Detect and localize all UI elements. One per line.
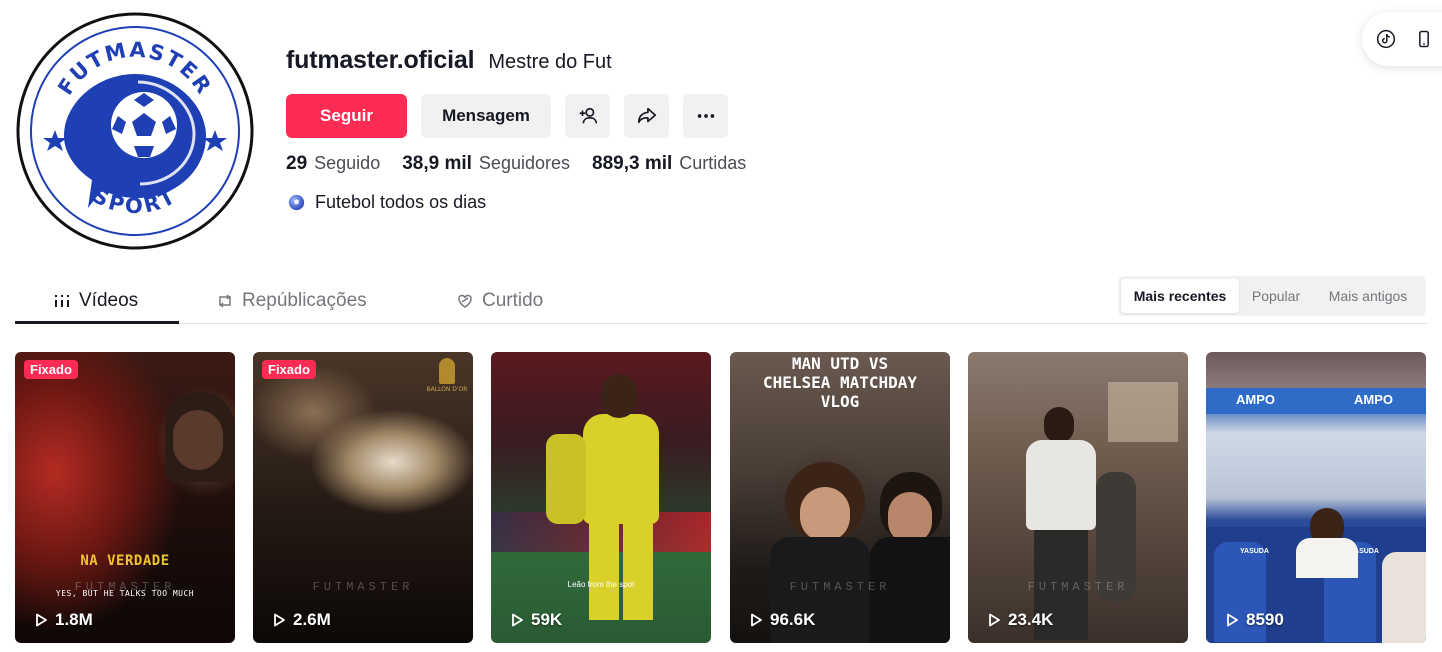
add-friend-button[interactable] <box>565 94 610 138</box>
likes-count: 889,3 mil <box>592 153 673 174</box>
view-count-text: 2.6M <box>293 610 331 629</box>
sort-most-recent[interactable]: Mais recentes <box>1121 279 1239 313</box>
video-card[interactable]: Fixado NA VERDADE FUTMASTER YES, BUT HE … <box>15 352 235 643</box>
video-card[interactable]: MAN UTD VS CHELSEA MATCHDAY VLOG FUTMAST… <box>730 352 950 643</box>
add-friend-icon <box>579 107 597 124</box>
message-button[interactable]: Mensagem <box>421 94 551 138</box>
view-count: 59K <box>509 610 562 630</box>
tab-liked[interactable]: Curtido <box>456 278 543 323</box>
share-button[interactable] <box>624 94 669 138</box>
view-count-text: 8590 <box>1246 610 1284 629</box>
more-icon <box>697 114 714 118</box>
following-stat[interactable]: 29 Seguido <box>286 153 380 175</box>
sign-text: AMPO <box>1236 392 1275 407</box>
profile-avatar[interactable]: FUTMASTER SPORT <box>16 12 254 250</box>
video-thumbnail <box>253 352 473 643</box>
floating-toolbar <box>1362 12 1442 66</box>
view-count-text: 96.6K <box>770 610 816 629</box>
followers-stat[interactable]: 38,9 mil Seguidores <box>402 153 570 175</box>
view-count: 2.6M <box>271 610 331 630</box>
video-subtitle: YES, BUT HE TALKS TOO MUCH <box>55 589 195 598</box>
video-card[interactable]: FUTMASTER 23.4K <box>968 352 1188 643</box>
more-button[interactable] <box>683 94 728 138</box>
follow-button[interactable]: Seguir <box>286 94 407 138</box>
view-count: 8590 <box>1224 610 1284 630</box>
play-icon <box>512 613 523 627</box>
video-card[interactable]: BALLON D'OR Fixado FUTMASTER 2.6M <box>253 352 473 643</box>
sort-oldest[interactable]: Mais antigos <box>1313 279 1423 313</box>
video-card[interactable]: Leão from the spot 59K <box>491 352 711 643</box>
bio-text: Futebol todos os dias <box>315 192 487 212</box>
watermark: FUTMASTER <box>789 580 891 594</box>
tab-reposts[interactable]: Repúblicações <box>216 278 367 323</box>
play-icon <box>274 613 285 627</box>
video-subtitle: Leão from the spot <box>567 580 635 589</box>
play-icon <box>1227 613 1238 627</box>
followers-label: Seguidores <box>478 153 570 173</box>
tiktok-icon[interactable] <box>1376 29 1396 49</box>
username: futmaster.oficial <box>286 46 475 74</box>
mobile-icon[interactable] <box>1414 29 1434 49</box>
play-icon <box>989 613 1000 627</box>
followers-count: 38,9 mil <box>402 153 472 174</box>
play-icon <box>751 613 762 627</box>
profile-header: futmaster.oficial Mestre do Fut <box>286 46 612 80</box>
watermark: FUTMASTER <box>1027 580 1129 594</box>
view-count-text: 59K <box>531 610 563 629</box>
ballon-dor-badge: BALLON D'OR <box>426 386 468 393</box>
profile-bio: Futebol todos os dias <box>288 192 486 213</box>
grid-icon <box>55 294 69 307</box>
following-count: 29 <box>286 153 308 174</box>
sign-text: AMPO <box>1354 392 1393 407</box>
view-count: 1.8M <box>33 610 93 630</box>
play-icon <box>36 613 47 627</box>
tab-label: Curtido <box>482 289 544 311</box>
sort-popular[interactable]: Popular <box>1239 279 1313 313</box>
active-tab-indicator <box>15 321 179 324</box>
pinned-badge: Fixado <box>262 360 316 379</box>
pinned-badge: Fixado <box>24 360 78 379</box>
video-card[interactable]: AMPO AMPO YASUDA YASUDA 8590 <box>1206 352 1426 643</box>
likes-stat: 889,3 mil Curtidas <box>592 153 746 175</box>
view-count-text: 23.4K <box>1008 610 1054 629</box>
globe-ball-icon <box>288 194 305 211</box>
view-count-text: 1.8M <box>55 610 93 629</box>
tab-label: Vídeos <box>79 289 139 311</box>
futmaster-logo: FUTMASTER SPORT <box>16 12 254 250</box>
repost-icon <box>219 293 231 308</box>
tab-videos[interactable]: Vídeos <box>53 278 138 323</box>
tab-label: Repúblicações <box>242 289 367 311</box>
view-count: 96.6K <box>748 610 815 630</box>
view-count: 23.4K <box>986 610 1053 630</box>
seat-text: YASUDA <box>1240 548 1269 555</box>
video-caption: MAN UTD VS CHELSEA MATCHDAY VLOG <box>762 354 918 411</box>
following-label: Seguido <box>314 153 381 173</box>
sort-toggle: Mais recentes Popular Mais antigos <box>1118 276 1426 316</box>
profile-actions: Seguir Mensagem <box>286 94 728 138</box>
video-caption: NA VERDADE <box>80 553 170 569</box>
watermark: FUTMASTER <box>312 580 414 594</box>
profile-stats: 29 Seguido 38,9 mil Seguidores 889,3 mil… <box>286 153 746 175</box>
liked-heart-icon <box>458 294 472 308</box>
likes-label: Curtidas <box>679 153 747 173</box>
nickname: Mestre do Fut <box>488 51 612 73</box>
share-icon <box>637 107 656 124</box>
